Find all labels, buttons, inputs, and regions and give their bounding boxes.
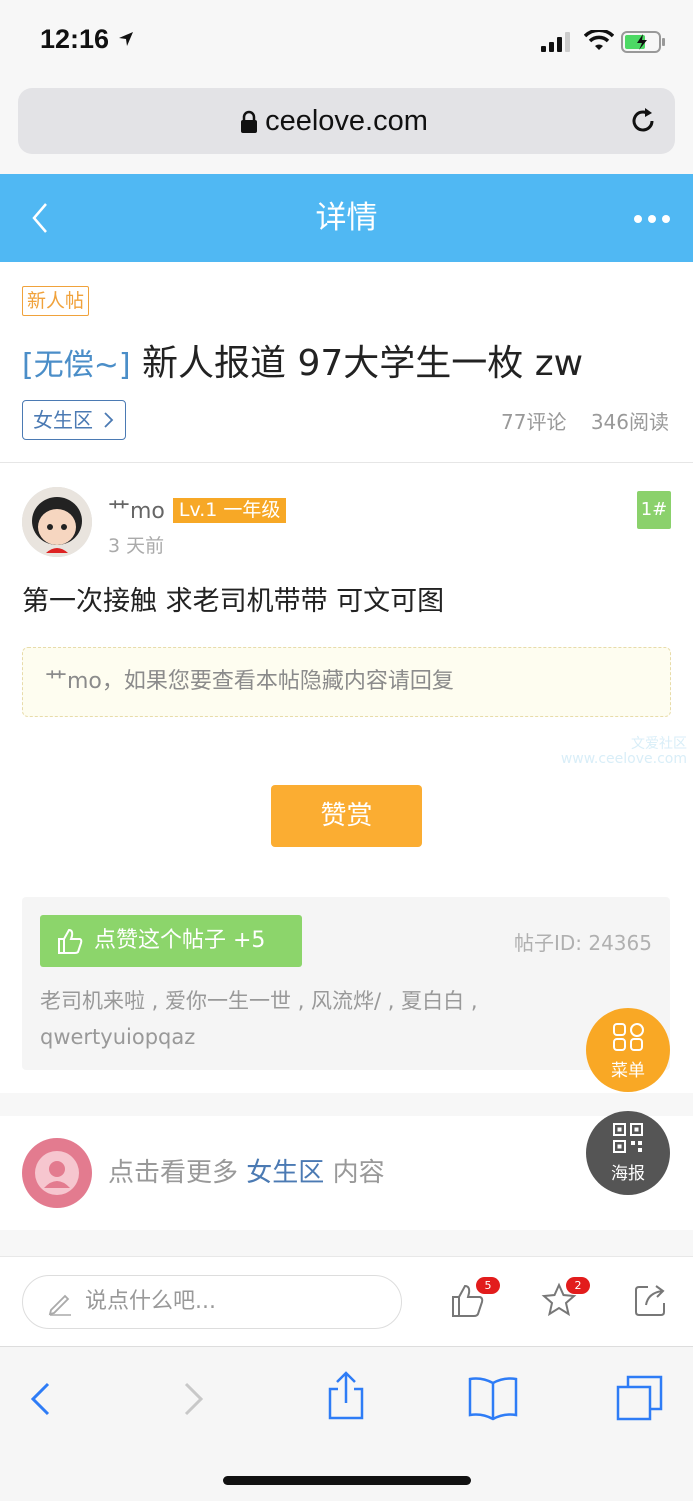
watermark-line2: www.ceelove.com bbox=[560, 751, 687, 767]
watermark: 文爱社区 www.ceelove.com bbox=[561, 737, 687, 767]
home-indicator bbox=[223, 1476, 471, 1485]
url-text: ceelove.com bbox=[265, 105, 428, 137]
like-action[interactable]: 5 bbox=[450, 1277, 500, 1321]
page-header: 详情 bbox=[0, 174, 693, 262]
menu-label: 菜单 bbox=[611, 1061, 645, 1081]
comment-placeholder: 说点什么吧... bbox=[85, 1289, 216, 1314]
thumbs-up-icon bbox=[58, 928, 83, 954]
post-id: 帖子ID: 24365 bbox=[513, 931, 652, 955]
share-action[interactable] bbox=[632, 1281, 672, 1321]
watermark-line1: 文爱社区 bbox=[631, 736, 687, 752]
liker-list: 老司机来啦 , 爱你一生一世 , 风流烨/ , 夏白白 , qwertyuiop… bbox=[40, 989, 478, 1049]
new-post-badge: 新人帖 bbox=[22, 286, 90, 316]
floor-badge: 1# bbox=[637, 491, 671, 529]
reward-button[interactable]: 赞赏 bbox=[271, 785, 422, 847]
location-arrow-icon bbox=[119, 32, 133, 46]
share-outline-icon bbox=[635, 1285, 665, 1316]
qr-code-icon bbox=[613, 1123, 643, 1153]
battery-icon bbox=[621, 31, 665, 53]
clock: 12:16 bbox=[40, 24, 110, 54]
level-badge: Lv.1 一年级 bbox=[172, 498, 287, 523]
comment-bar: 说点什么吧... 5 2 bbox=[0, 1256, 693, 1347]
author-name-row: 艹mo Lv.1 一年级 bbox=[108, 493, 287, 525]
favorite-count-badge: 2 bbox=[566, 1277, 590, 1294]
post-time: 3 天前 bbox=[108, 535, 165, 557]
favorite-action[interactable]: 2 bbox=[540, 1277, 590, 1321]
status-bar: 12:16 bbox=[0, 0, 693, 80]
page-title: 详情 bbox=[315, 200, 378, 236]
tabs-icon[interactable] bbox=[614, 1373, 666, 1423]
pencil-icon bbox=[48, 1294, 71, 1316]
like-count-badge: 5 bbox=[476, 1277, 500, 1294]
wifi-icon bbox=[584, 30, 614, 50]
author-avatar[interactable] bbox=[22, 487, 92, 557]
address-bar[interactable]: ceelove.com bbox=[18, 88, 675, 154]
section-label: 女生区 bbox=[33, 408, 93, 432]
post-content: 艹mo Lv.1 一年级 3 天前 1# 第一次接触 求老司机带带 可文可图 艹m… bbox=[0, 463, 693, 1093]
read-count: 346阅读 bbox=[590, 410, 669, 434]
more-prefix: 点击看更多 bbox=[108, 1158, 239, 1188]
more-suffix: 内容 bbox=[332, 1158, 385, 1188]
title-prefix: [无偿~] bbox=[22, 348, 131, 383]
author-name[interactable]: 艹mo bbox=[108, 499, 165, 524]
poster-label: 海报 bbox=[611, 1164, 645, 1184]
like-button-label: 点赞这个帖子 +5 bbox=[94, 928, 266, 953]
female-user-icon bbox=[24, 1140, 90, 1206]
browser-back-icon[interactable] bbox=[28, 1381, 52, 1417]
bookmarks-icon[interactable] bbox=[467, 1375, 519, 1421]
like-post-button[interactable]: 点赞这个帖子 +5 bbox=[40, 915, 302, 967]
reload-icon[interactable] bbox=[628, 106, 658, 136]
post-title: [无偿~] 新人报道 97大学生一枚 zw bbox=[22, 334, 583, 386]
browser-forward-icon[interactable] bbox=[182, 1381, 206, 1417]
section-tag-button[interactable]: 女生区 bbox=[22, 400, 127, 440]
title-text: 新人报道 97大学生一枚 zw bbox=[142, 343, 584, 384]
section-avatar bbox=[22, 1138, 92, 1208]
browser-share-icon[interactable] bbox=[326, 1371, 366, 1421]
menu-float-button[interactable]: 菜单 bbox=[586, 1008, 670, 1092]
more-section-text: 点击看更多 女生区 内容 bbox=[108, 1116, 385, 1230]
post-body: 第一次接触 求老司机带带 可文可图 bbox=[22, 586, 445, 617]
comment-input[interactable]: 说点什么吧... bbox=[22, 1275, 402, 1329]
comment-count: 77评论 bbox=[501, 410, 567, 434]
more-section-name[interactable]: 女生区 bbox=[246, 1158, 324, 1188]
lock-icon bbox=[241, 110, 257, 133]
post-header: 新人帖 [无偿~] 新人报道 97大学生一枚 zw 女生区 77评论 346阅读 bbox=[0, 262, 693, 463]
more-options-icon[interactable] bbox=[634, 214, 670, 224]
grid-menu-icon bbox=[613, 1023, 644, 1051]
hidden-notice-text: 艹mo，如果您要查看本帖隐藏内容请回复 bbox=[45, 669, 454, 694]
cellular-signal-icon bbox=[541, 32, 570, 52]
poster-float-button[interactable]: 海报 bbox=[586, 1111, 670, 1195]
avatar-image bbox=[22, 487, 92, 557]
like-card: 点赞这个帖子 +5 帖子ID: 24365 老司机来啦 , 爱你一生一世 , 风… bbox=[22, 897, 670, 1070]
hidden-content-notice: 艹mo，如果您要查看本帖隐藏内容请回复 bbox=[22, 647, 671, 717]
chevron-right-icon bbox=[104, 412, 114, 428]
post-stats: 77评论 346阅读 bbox=[483, 406, 669, 435]
